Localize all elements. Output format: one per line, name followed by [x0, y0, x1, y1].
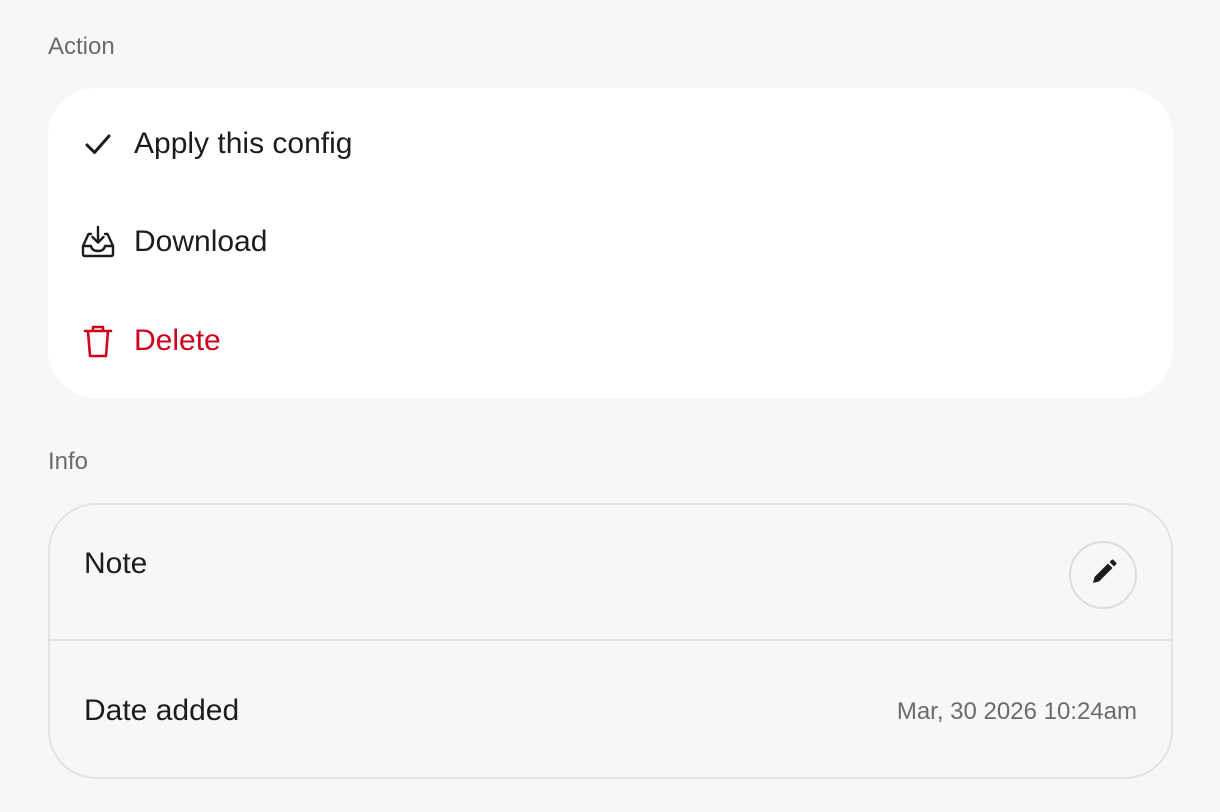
download-label: Download: [134, 225, 268, 258]
info-card: Note Date added Mar, 30 2026 10:24am: [48, 503, 1173, 779]
action-section-label: Action: [48, 33, 115, 60]
apply-config-button[interactable]: Apply this config: [80, 114, 352, 174]
pencil-icon: [1087, 557, 1119, 594]
apply-config-label: Apply this config: [134, 127, 353, 160]
check-icon: [80, 126, 116, 162]
trash-icon: [80, 323, 116, 359]
delete-label: Delete: [134, 324, 221, 357]
edit-note-button[interactable]: [1069, 541, 1137, 609]
date-added-row: Date added Mar, 30 2026 10:24am: [50, 643, 1171, 777]
note-row: Note: [50, 505, 1171, 641]
date-added-value: Mar, 30 2026 10:24am: [896, 698, 1137, 725]
date-added-title: Date added: [84, 694, 240, 727]
delete-button[interactable]: Delete: [80, 311, 221, 371]
note-title: Note: [84, 547, 148, 580]
download-button[interactable]: Download: [80, 212, 267, 272]
download-tray-icon: [80, 224, 116, 260]
action-card: Apply this config Download Delete: [48, 88, 1173, 398]
config-detail-page: Action Apply this config Download Delete…: [0, 0, 1220, 812]
info-section-label: Info: [48, 448, 89, 475]
